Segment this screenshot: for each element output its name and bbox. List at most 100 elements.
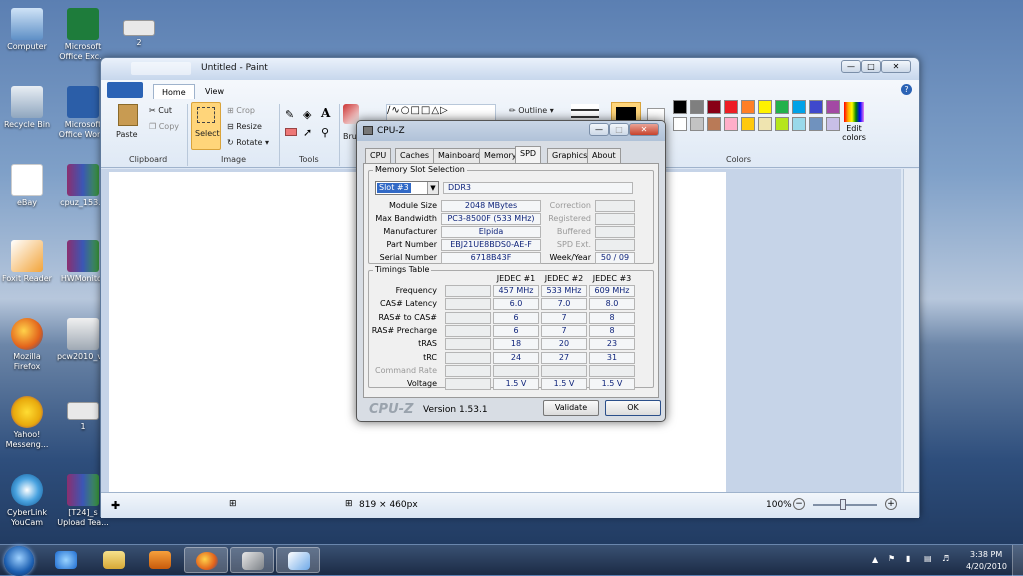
color-swatch[interactable] (741, 100, 755, 114)
folder-icon (103, 551, 125, 569)
tab-graphics[interactable]: Graphics (547, 148, 593, 163)
minimize-button[interactable]: — (841, 60, 861, 73)
tab-view[interactable]: View (197, 84, 232, 99)
color-swatch[interactable] (809, 117, 823, 131)
cut-button[interactable]: ✂ Cut (149, 106, 172, 115)
taskbar-firefox[interactable] (184, 547, 228, 573)
desktop-icon-foxit[interactable]: Foxit Reader (0, 240, 54, 284)
desktop-icon-yahoo[interactable]: Yahoo! Messeng... (0, 396, 54, 450)
cpuz-minimize-button[interactable]: — (589, 123, 609, 136)
field-right-label: Correction (549, 201, 591, 210)
color-swatch[interactable] (673, 117, 687, 131)
color-swatch[interactable] (775, 117, 789, 131)
color-swatch[interactable] (826, 117, 840, 131)
action-center-icon[interactable]: ⚑ (888, 554, 895, 563)
desktop-icon-2[interactable]: 2 (112, 20, 166, 48)
color-picker-icon[interactable]: ➚ (303, 126, 312, 139)
taskbar-media-player[interactable] (138, 547, 182, 573)
close-button[interactable]: ✕ (881, 60, 911, 73)
paste-button[interactable]: Paste (113, 104, 143, 150)
tab-spd[interactable]: SPD (515, 146, 542, 163)
color-swatch[interactable] (690, 100, 704, 114)
outline-button[interactable]: ✏ Outline ▾ (509, 106, 554, 115)
slot-select[interactable]: Slot #3 ▼ (375, 181, 439, 195)
maximize-button[interactable]: □ (861, 60, 881, 73)
eraser-icon[interactable] (285, 128, 297, 136)
color-swatch[interactable] (792, 117, 806, 131)
cpuz-app-icon (363, 126, 373, 135)
tab-home[interactable]: Home (153, 84, 195, 99)
cpuz-close-button[interactable]: ✕ (629, 123, 659, 136)
zoom-slider[interactable] (813, 499, 877, 510)
rotate-button[interactable]: ↻ Rotate ▾ (227, 138, 269, 147)
taskbar-paint[interactable] (276, 547, 320, 573)
fill-icon[interactable]: ◈ (303, 108, 311, 121)
tab-caches[interactable]: Caches (395, 148, 435, 163)
clipboard-group-label: Clipboard (129, 155, 168, 164)
copy-button[interactable]: ❐ Copy (149, 122, 179, 131)
quick-access-toolbar[interactable] (131, 62, 191, 75)
color-swatch[interactable] (758, 117, 772, 131)
cpuz-version: Version 1.53.1 (423, 405, 488, 415)
zoom-out-button[interactable]: − (793, 498, 805, 510)
tab-cpu[interactable]: CPU (365, 148, 392, 163)
resize-button[interactable]: ⊟ Resize (227, 122, 262, 131)
selection-size-icon: ⊞ (229, 499, 237, 509)
volume-icon[interactable]: ♬ (942, 554, 949, 563)
selection-icon (197, 107, 215, 123)
jedec-1-header: JEDEC #1 (496, 274, 536, 283)
zoom-in-button[interactable]: + (885, 498, 897, 510)
color-swatch[interactable] (809, 100, 823, 114)
vertical-scrollbar[interactable] (903, 169, 918, 492)
battery-icon[interactable]: ▮ (906, 554, 910, 563)
taskbar-cpuz[interactable] (230, 547, 274, 573)
paint-menu-button[interactable] (107, 82, 143, 98)
color-swatch[interactable] (724, 117, 738, 131)
desktop-icon-firefox[interactable]: Mozilla Firefox (0, 318, 54, 372)
timing-value: 6 (493, 324, 539, 337)
archive-icon (67, 240, 99, 272)
magnifier-icon[interactable]: ⚲ (321, 126, 329, 139)
timing-value: 31 (589, 351, 635, 364)
cpuz-maximize-button[interactable]: □ (609, 123, 629, 136)
color-swatch[interactable] (758, 100, 772, 114)
clock-time[interactable]: 3:38 PM (970, 550, 1002, 559)
select-button[interactable]: Select (191, 102, 221, 150)
color-swatch[interactable] (690, 117, 704, 131)
validate-button[interactable]: Validate (543, 400, 599, 416)
color-swatch[interactable] (707, 100, 721, 114)
desktop-icon-computer[interactable]: Computer (0, 8, 54, 52)
timing-empty-cell (445, 298, 491, 311)
help-icon[interactable]: ? (901, 84, 912, 95)
network-icon[interactable]: ▤ (924, 554, 932, 563)
memory-type-field: DDR3 (443, 182, 633, 194)
crop-button[interactable]: ⊞ Crop (227, 106, 255, 115)
tab-about[interactable]: About (587, 148, 621, 163)
desktop-icon-excel[interactable]: Microsoft Office Exc... (56, 8, 110, 62)
show-desktop-button[interactable] (1012, 545, 1023, 576)
taskbar-explorer[interactable] (92, 547, 136, 573)
color-swatch[interactable] (724, 100, 738, 114)
desktop-icon-youcam[interactable]: CyberLink YouCam (0, 474, 54, 528)
color-swatch[interactable] (792, 100, 806, 114)
zoom-level: 100% (766, 500, 792, 510)
start-button[interactable] (4, 546, 34, 576)
edit-colors-button[interactable]: Edit colors (841, 102, 867, 152)
desktop-icon-recycle-bin[interactable]: Recycle Bin (0, 86, 54, 130)
file-icon (67, 402, 99, 420)
excel-icon (67, 8, 99, 40)
color-swatch[interactable] (775, 100, 789, 114)
desktop-icon-ebay[interactable]: eBay (0, 164, 54, 208)
taskbar-ie[interactable] (44, 547, 88, 573)
color-swatch[interactable] (707, 117, 721, 131)
color-swatch[interactable] (826, 100, 840, 114)
show-hidden-icons-button[interactable]: ▲ (872, 555, 878, 564)
pencil-icon[interactable]: ✎ (285, 108, 294, 121)
tab-mainboard[interactable]: Mainboard (433, 148, 486, 163)
ok-button[interactable]: OK (605, 400, 661, 416)
color-swatch[interactable] (673, 100, 687, 114)
clock-date[interactable]: 4/20/2010 (966, 562, 1007, 571)
color-swatch[interactable] (741, 117, 755, 131)
zoom-slider-thumb[interactable] (840, 499, 846, 510)
text-icon[interactable]: A (321, 106, 330, 120)
